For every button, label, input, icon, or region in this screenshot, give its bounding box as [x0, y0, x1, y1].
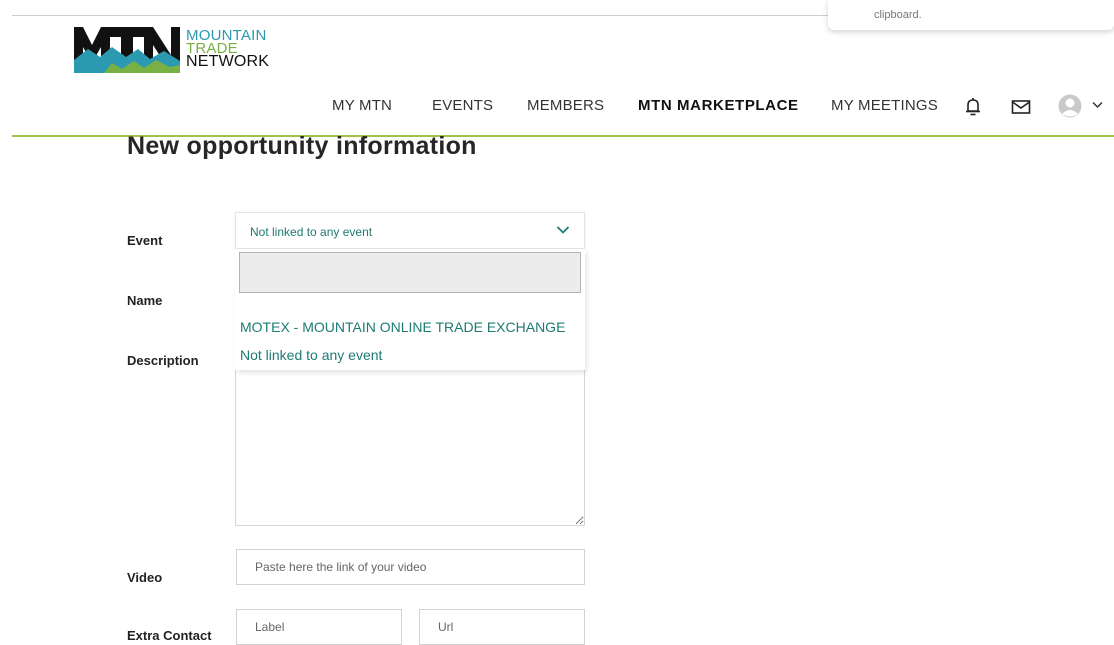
chevron-down-icon [556, 226, 570, 234]
nav-item-events[interactable]: EVENTS [432, 97, 493, 114]
logo-word-network: NETWORK [186, 53, 270, 70]
event-dropdown: MOTEX - MOUNTAIN ONLINE TRADE EXCHANGE N… [235, 249, 585, 370]
description-label: Description [127, 353, 199, 368]
chevron-down-icon[interactable] [1092, 101, 1103, 109]
nav-item-my-meetings[interactable]: MY MEETINGS [831, 97, 938, 114]
event-select[interactable]: Not linked to any event [235, 212, 585, 249]
event-option-motex[interactable]: MOTEX - MOUNTAIN ONLINE TRADE EXCHANGE [240, 319, 565, 335]
name-label: Name [127, 293, 163, 308]
description-textarea[interactable] [235, 370, 585, 526]
bell-icon[interactable] [964, 97, 982, 117]
main-nav: MY MTN EVENTS MEMBERS MTN MARKETPLACE MY… [0, 92, 1114, 120]
mtn-logo-mark-icon [74, 27, 180, 73]
nav-item-my-mtn[interactable]: MY MTN [332, 97, 392, 114]
logo-wordmark: MOUNTAIN TRADE NETWORK [186, 28, 270, 70]
extra-contact-url-input[interactable] [419, 609, 585, 645]
mtn-logo[interactable]: MOUNTAIN TRADE NETWORK [74, 27, 284, 75]
avatar-icon[interactable] [1058, 94, 1082, 118]
page-title: New opportunity information [127, 132, 477, 160]
event-option-not-linked[interactable]: Not linked to any event [240, 347, 382, 363]
video-link-input[interactable] [236, 549, 585, 585]
nav-item-mtn-marketplace[interactable]: MTN MARKETPLACE [638, 97, 799, 114]
nav-item-members[interactable]: MEMBERS [527, 97, 604, 114]
event-search-input[interactable] [239, 252, 581, 293]
event-select-value: Not linked to any event [250, 225, 373, 239]
mail-icon[interactable] [1011, 99, 1031, 115]
video-label: Video [127, 570, 163, 585]
copied-toast: clipboard. [828, 0, 1114, 30]
extra-contact-label-input[interactable] [236, 609, 402, 645]
toast-message: clipboard. [874, 9, 922, 21]
extra-contact-label: Extra Contact [127, 628, 212, 643]
event-label: Event [127, 233, 163, 248]
